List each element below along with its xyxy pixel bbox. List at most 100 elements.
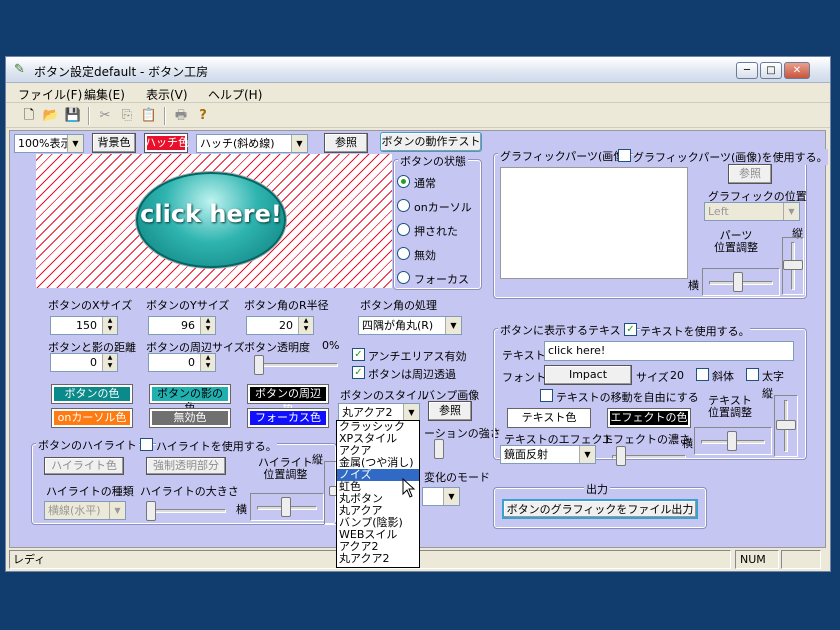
open-folder-icon[interactable]: 📂 <box>42 107 60 125</box>
mode-combo[interactable]: ▼ <box>422 487 460 506</box>
toolbar-separator <box>164 107 166 125</box>
menu-file[interactable]: ファイル(F) <box>18 86 82 103</box>
window-title: ボタン設定default - ボタン工房 <box>34 65 209 79</box>
effect-depth-thumb[interactable] <box>616 446 626 466</box>
free-move-checkbox[interactable] <box>540 389 553 402</box>
preview-canvas[interactable]: click here! <box>36 154 392 288</box>
hatch-color-button[interactable]: ハッチ色 <box>144 133 189 153</box>
graphic-use-checkbox[interactable] <box>618 149 631 162</box>
graphic-vertical-thumb[interactable] <box>783 260 803 270</box>
title-bar[interactable]: ✎ ボタン設定default - ボタン工房 ─ □ ✕ <box>6 57 830 83</box>
reference-button[interactable]: 参照 <box>324 133 368 153</box>
hatch-combo[interactable]: ハッチ(斜め線) ▼ <box>196 134 308 153</box>
disabled-color-button[interactable]: 無効色 <box>149 408 231 428</box>
spinner-arrows-icon[interactable]: ▲ ▼ <box>200 354 215 371</box>
zoom-combo[interactable]: 100%表示 ▼ <box>14 134 84 153</box>
effect-value: 鏡面反射 <box>504 448 548 461</box>
test-button[interactable]: ボタンの動作テスト <box>380 132 482 152</box>
print-icon[interactable]: 🖶 <box>172 107 190 125</box>
graphic-position-value: Left <box>708 205 729 218</box>
font-button[interactable]: Impact <box>544 365 632 385</box>
text-use-checkbox[interactable]: ✓ <box>624 323 637 336</box>
button-color-button[interactable]: ボタンの色 <box>51 384 133 404</box>
text-horizontal-thumb[interactable] <box>727 431 737 451</box>
corner-label: ボタン角の処理 <box>360 299 437 312</box>
free-move-label: テキストの移動を自由にする <box>556 391 699 404</box>
alpha-value: 0% <box>322 339 340 352</box>
antialias-checkbox[interactable]: ✓ <box>352 348 365 361</box>
background-color-button[interactable]: 背景色 <box>92 133 136 153</box>
state-focus-radio[interactable] <box>397 271 410 284</box>
effect-color-button[interactable]: エフェクトの色 <box>607 408 691 428</box>
text-label: テキスト <box>502 349 546 362</box>
preview-button-text: click here! <box>140 200 282 228</box>
shadow-distance-spinner[interactable]: 0 ▲ ▼ <box>50 353 118 372</box>
margin-size-spinner[interactable]: 0 ▲ ▼ <box>148 353 216 372</box>
bold-label: 太字 <box>762 370 784 383</box>
x-size-value: 150 <box>76 319 97 332</box>
spinner-arrows-icon[interactable]: ▲ ▼ <box>200 317 215 334</box>
menu-bar: ファイル(F) 編集(E) 表示(V) ヘルプ(H) <box>6 83 830 103</box>
export-button[interactable]: ボタンのグラフィックをファイル出力 <box>502 499 698 519</box>
text-color-button[interactable]: テキスト色 <box>507 408 591 428</box>
state-pressed-radio[interactable] <box>397 223 410 236</box>
help-icon[interactable]: ? <box>194 107 212 125</box>
close-button[interactable]: ✕ <box>784 62 810 79</box>
graphic-preview <box>500 167 688 279</box>
margin-color-button[interactable]: ボタンの周辺色 <box>247 384 329 414</box>
dropdown-item[interactable]: 丸アクア2 <box>337 553 419 565</box>
highlight-kind-combo[interactable]: 横線(水平) ▼ <box>44 501 126 520</box>
x-size-spinner[interactable]: 150 ▲ ▼ <box>50 316 118 335</box>
save-icon[interactable]: 💾 <box>64 107 82 125</box>
bold-checkbox[interactable] <box>746 368 759 381</box>
toolbar: 🗋 📂 💾 ✂ ⎘ 📋 🖶 ? <box>6 104 830 128</box>
graphic-vertical-slider-box <box>782 237 804 295</box>
state-normal-radio[interactable] <box>397 175 410 188</box>
state-oncursor-radio[interactable] <box>397 199 410 212</box>
alpha-track <box>254 363 338 367</box>
spinner-arrows-icon[interactable]: ▲ ▼ <box>102 317 117 334</box>
paste-icon[interactable]: 📋 <box>140 107 158 125</box>
forced-transparent-button[interactable]: 強制透明部分 <box>146 457 226 475</box>
spinner-arrows-icon[interactable]: ▲ ▼ <box>298 317 313 334</box>
text-vertical-slider-box <box>774 395 798 457</box>
menu-view[interactable]: 表示(V) <box>146 86 188 103</box>
italic-checkbox[interactable] <box>696 368 709 381</box>
cut-icon[interactable]: ✂ <box>96 107 114 125</box>
toolbar-separator <box>88 107 90 125</box>
menu-help[interactable]: ヘルプ(H) <box>208 86 262 103</box>
y-size-spinner[interactable]: 96 ▲ ▼ <box>148 316 216 335</box>
highlight-use-checkbox[interactable] <box>140 438 153 451</box>
menu-edit[interactable]: 編集(E) <box>84 86 125 103</box>
minimize-button[interactable]: ─ <box>736 62 758 79</box>
oncursor-color-button[interactable]: onカーソル色 <box>51 408 133 428</box>
effect-combo[interactable]: 鏡面反射 ▼ <box>500 445 596 464</box>
margin-size-value: 0 <box>188 356 195 369</box>
graphic-horizontal-thumb[interactable] <box>733 272 743 292</box>
bump-reference-button[interactable]: 参照 <box>428 401 472 421</box>
text-input[interactable]: click here! <box>544 341 794 361</box>
highlight-size-thumb[interactable] <box>146 501 156 521</box>
maximize-button[interactable]: □ <box>760 62 782 79</box>
gradation-thumb[interactable] <box>434 439 444 459</box>
graphic-reference-button[interactable]: 参照 <box>728 164 772 184</box>
focus-color-button[interactable]: フォーカス色 <box>247 408 329 428</box>
x-size-label: ボタンのXサイズ <box>48 299 133 312</box>
radius-spinner[interactable]: 20 ▲ ▼ <box>246 316 314 335</box>
state-disabled-radio[interactable] <box>397 247 410 260</box>
new-file-icon[interactable]: 🗋 <box>20 107 38 125</box>
transparent-checkbox[interactable]: ✓ <box>352 366 365 379</box>
shadow-color-button[interactable]: ボタンの影の色 <box>149 384 231 414</box>
highlight-horizontal-thumb[interactable] <box>281 497 291 517</box>
num-lock-indicator: NUM <box>735 550 779 569</box>
text-adjust-label: テキスト 位置調整 <box>708 394 752 419</box>
corner-combo[interactable]: 四隅が角丸(R) ▼ <box>358 316 462 335</box>
alpha-thumb[interactable] <box>254 355 264 375</box>
copy-icon[interactable]: ⎘ <box>118 107 136 125</box>
graphic-position-combo[interactable]: Left ▼ <box>704 202 800 221</box>
highlight-color-button[interactable]: ハイライト色 <box>44 457 124 475</box>
text-vertical-thumb[interactable] <box>776 420 796 430</box>
chevron-down-icon: ▼ <box>579 446 595 463</box>
text-horizontal-slider-box <box>694 427 772 455</box>
spinner-arrows-icon[interactable]: ▲ ▼ <box>102 354 117 371</box>
